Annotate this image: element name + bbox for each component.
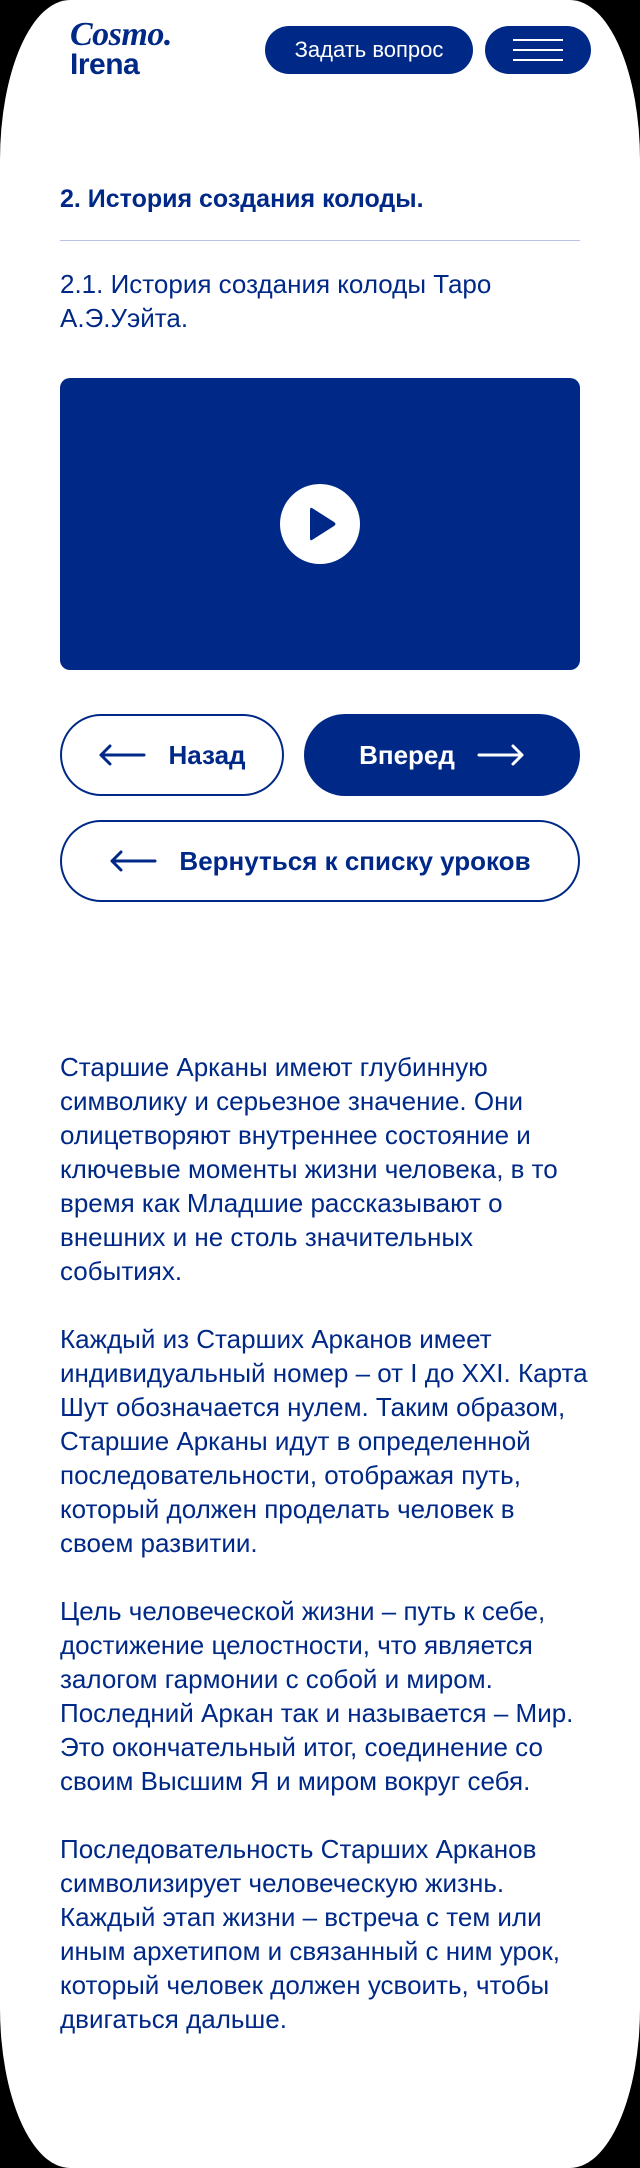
next-button-label: Вперед xyxy=(359,739,455,770)
paragraph: Цель человеческой жизни – путь к себе, д… xyxy=(60,1596,574,1796)
video-player[interactable] xyxy=(60,378,580,670)
paragraph: Последовательность Старших Арканов симво… xyxy=(60,1834,537,1898)
back-button[interactable]: Назад xyxy=(60,714,284,796)
subsection-title: 2.1. История создания колоды Таро А.Э.Уэ… xyxy=(60,269,492,333)
arrow-left-icon xyxy=(110,850,157,872)
page: Cosmo. Irena Задать вопрос 2. История со… xyxy=(0,0,640,2168)
back-button-label: Назад xyxy=(168,739,246,770)
paragraph: Каждый этап жизни – встреча с тем или ин… xyxy=(60,1902,560,2034)
back-to-lessons-label: Вернуться к списку уроков xyxy=(179,845,531,876)
next-button[interactable]: Вперед xyxy=(304,714,580,796)
menu-button[interactable] xyxy=(485,26,591,74)
arrow-left-icon xyxy=(99,744,146,766)
logo[interactable]: Cosmo. Irena xyxy=(70,18,172,80)
section-title: 2. История создания колоды. xyxy=(60,185,424,213)
logo-line-2: Irena xyxy=(70,48,140,81)
ask-question-button[interactable]: Задать вопрос xyxy=(265,26,473,74)
paragraph: Каждый из Старших Арканов имеет индивиду… xyxy=(60,1324,588,1558)
hamburger-icon-bar xyxy=(513,59,563,61)
hamburger-icon-bar xyxy=(513,49,563,51)
logo-line-1: Cosmo. xyxy=(70,16,172,53)
back-to-lessons-button[interactable]: Вернуться к списку уроков xyxy=(60,820,580,902)
play-button[interactable] xyxy=(280,484,360,564)
arrow-right-icon xyxy=(477,744,524,766)
site-header: Cosmo. Irena Задать вопрос xyxy=(0,0,640,110)
lesson-text: Старшие Арканы имеют глубинную символику… xyxy=(60,1050,590,2070)
hamburger-icon-bar xyxy=(513,39,563,41)
paragraph: Старшие Арканы имеют глубинную символику… xyxy=(60,1052,558,1286)
divider xyxy=(60,240,580,241)
play-icon xyxy=(310,507,336,541)
